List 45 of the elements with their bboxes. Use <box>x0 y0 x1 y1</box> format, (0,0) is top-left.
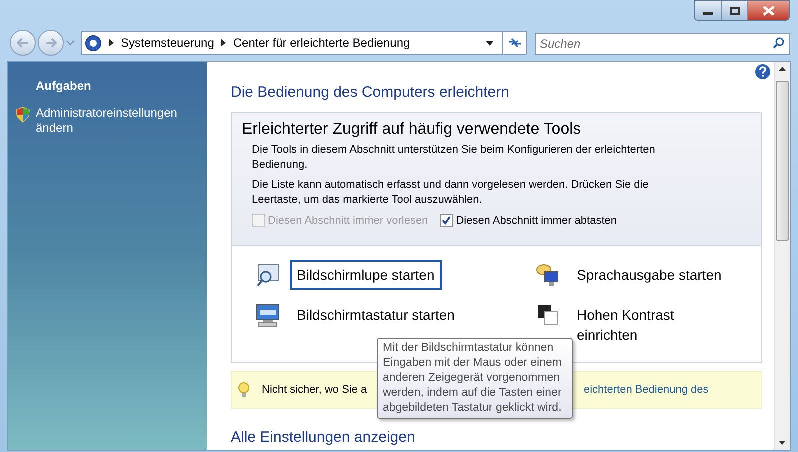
sidebar-heading: Aufgaben <box>36 78 92 95</box>
scroll-down-icon[interactable] <box>779 441 786 445</box>
address-bar[interactable]: Systemsteuerung Center für erleichterte Bedienung <box>81 31 527 55</box>
maximize-button[interactable] <box>721 1 747 20</box>
tooltip: Mit der Bildschirmtastatur können Eingaben mit der Maus oder einem anderen Zeigegerät vorgenommen werden, indem auf die Tasten einer abgebildeten Tastatur geklickt wird. <box>377 338 573 419</box>
refresh-arrows-icon <box>508 38 522 48</box>
checkbox-label: Diesen Abschnitt immer abtasten <box>456 214 617 228</box>
shield-icon <box>16 107 30 123</box>
chevron-icon <box>221 39 226 47</box>
minimize-button[interactable] <box>695 1 721 20</box>
help-icon[interactable] <box>755 64 771 80</box>
sidebar-link[interactable]: Administratoreinstellungen ändern <box>36 106 199 136</box>
checkbox-label: Diesen Abschnitt immer vorlesen <box>268 214 428 228</box>
close-icon <box>762 6 774 16</box>
section-text: Die Tools in diesem Abschnitt unterstützen Sie beim Konfigurieren der erleichterten Bedienung. <box>252 142 656 172</box>
checkmark-icon <box>442 216 452 226</box>
search-field[interactable]: Suchen <box>535 33 790 55</box>
all-settings-link[interactable]: Alle Einstellungen anzeigen <box>231 429 416 447</box>
section-text: Die Liste kann automatisch erfasst und dann vorgelesen werden. Drücken Sie die Leertaste, um das markierte Tool auszuwählen. <box>252 178 650 208</box>
tool-link[interactable]: Bildschirmtastatur starten <box>290 300 462 330</box>
scroll-up-icon[interactable] <box>779 67 786 71</box>
close-button[interactable] <box>747 1 789 20</box>
breadcrumb-item[interactable]: Systemsteuerung <box>121 34 214 52</box>
contrast-squares-icon <box>536 303 560 327</box>
control-panel-icon <box>85 34 102 52</box>
dropdown-caret-icon[interactable] <box>486 40 494 46</box>
scrollbar[interactable] <box>774 62 790 450</box>
page-heading: Die Bedienung des Computers erleichtern <box>231 83 510 103</box>
tool-link[interactable]: Bildschirmlupe starten <box>290 260 442 290</box>
forward-arrow-icon <box>45 38 57 48</box>
breadcrumb-item[interactable]: Center für erleichterte Bedienung <box>233 34 410 52</box>
hint-link[interactable]: eichterten Bedienung des <box>584 382 709 398</box>
speech-monitor-icon <box>535 263 561 289</box>
search-icon <box>773 37 785 49</box>
tool-link[interactable]: Hohen Kontrast einrichten <box>570 300 710 350</box>
back-arrow-icon <box>17 38 29 48</box>
checkbox[interactable] <box>440 214 454 228</box>
chevron-icon <box>109 39 114 47</box>
magnifier-icon <box>255 263 281 289</box>
monitor-keyboard-icon <box>254 303 282 329</box>
scroll-thumb[interactable] <box>776 81 789 241</box>
lightbulb-icon <box>238 382 250 398</box>
hint-text: Nicht sicher, wo Sie a <box>262 384 368 396</box>
tool-link[interactable]: Sprachausgabe starten <box>570 260 729 290</box>
section-title: Erleichterter Zugriff auf häufig verwendete Tools <box>242 120 582 140</box>
